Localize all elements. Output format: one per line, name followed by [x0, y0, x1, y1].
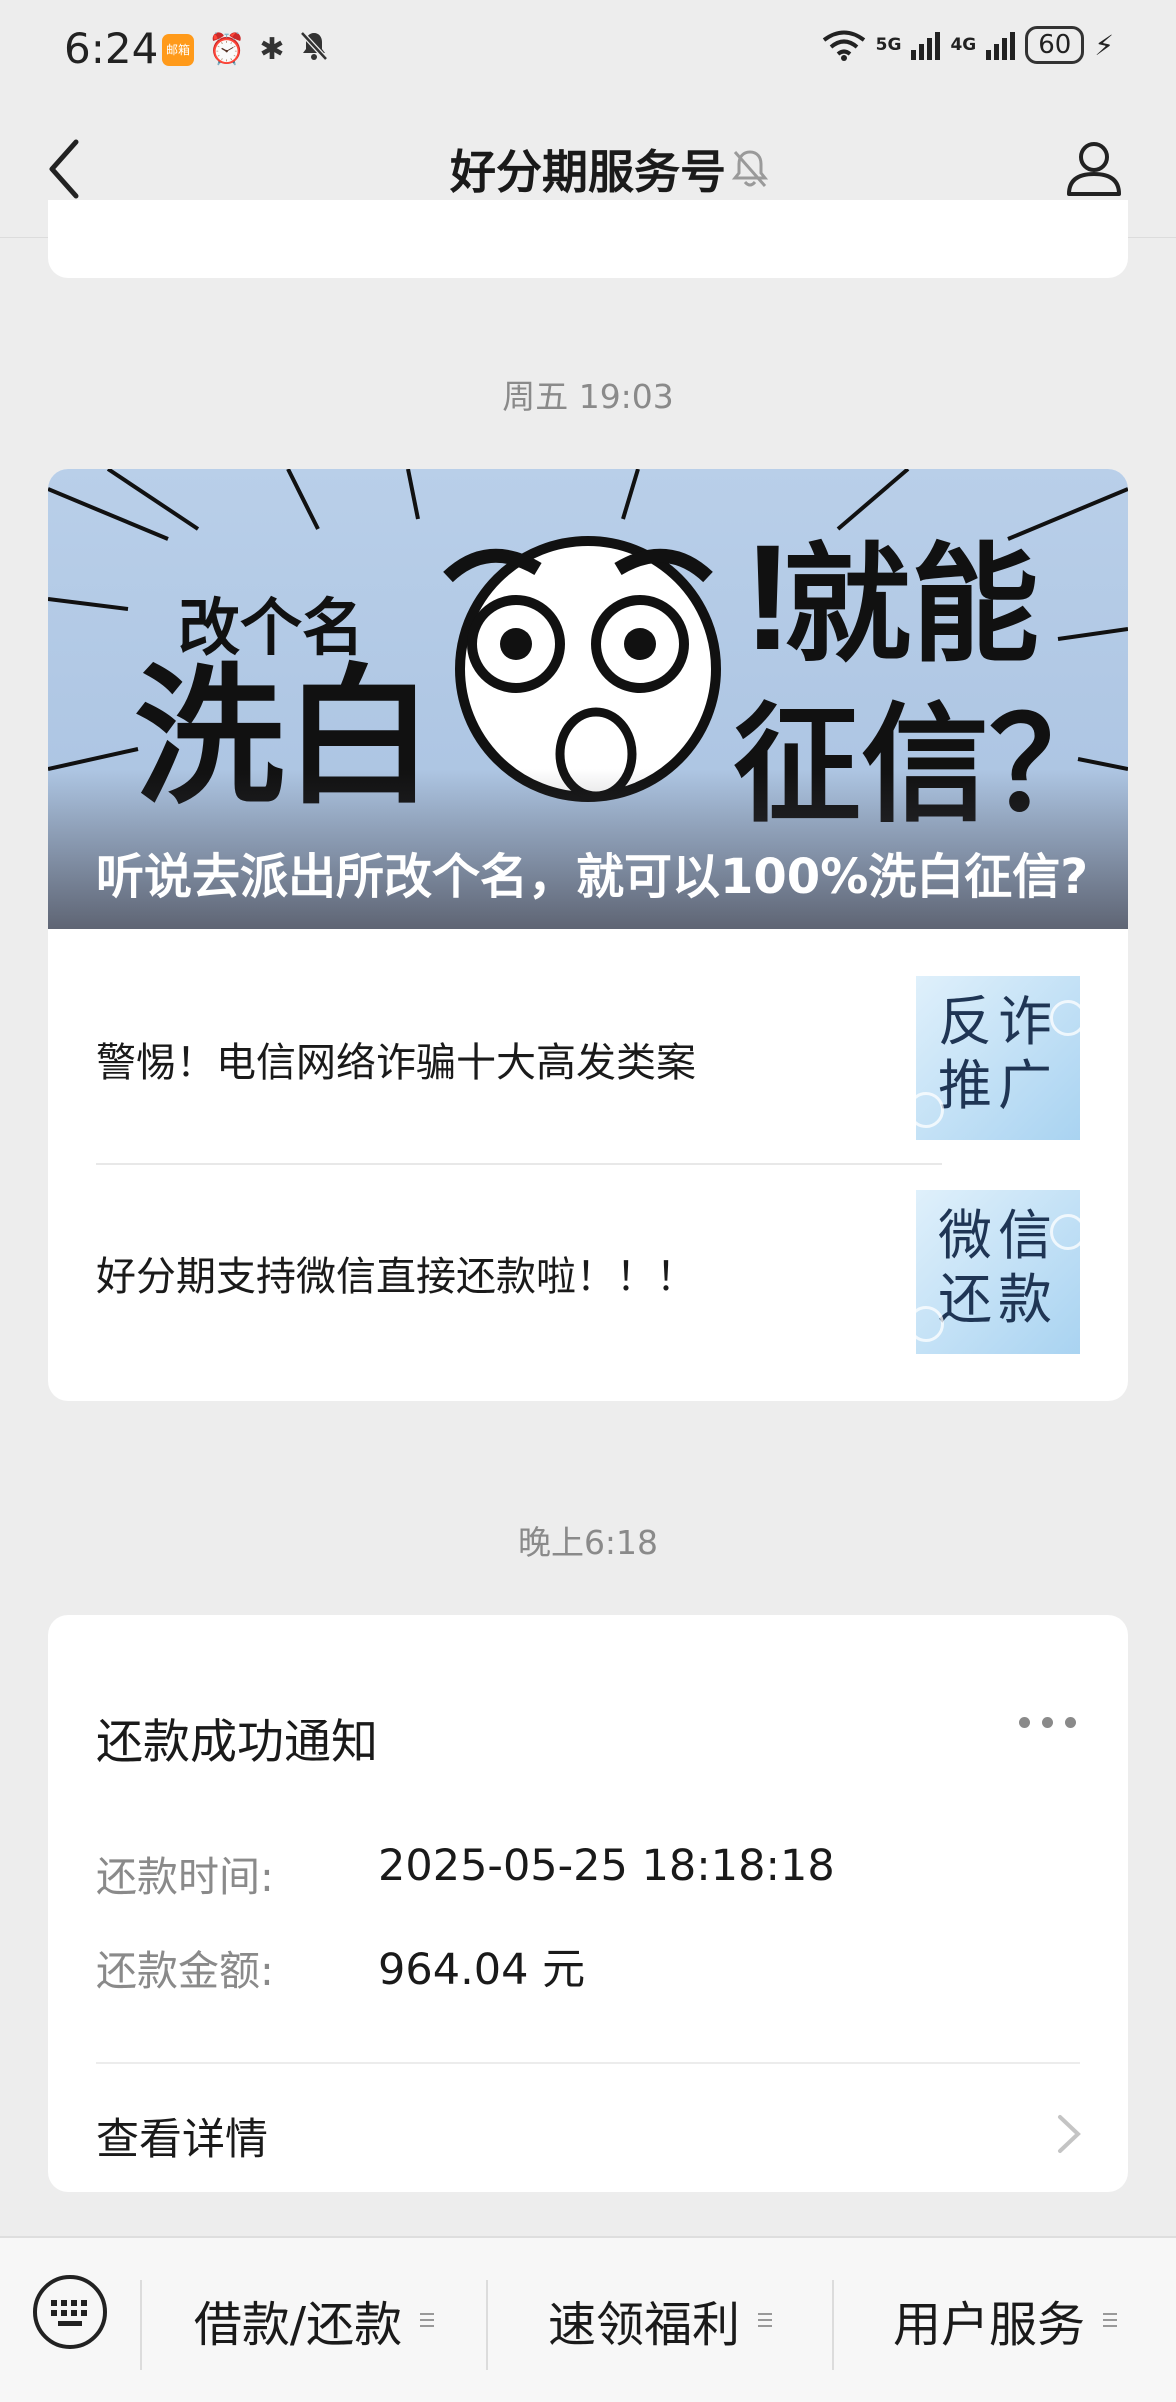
article-thumbnail: 反诈 推广 [916, 976, 1080, 1140]
article-hero[interactable]: 改个名 洗白 ! 就能 征信？ 听说去派出所改个名，就可以100%洗白征信? [48, 469, 1128, 929]
notice-divider [96, 2062, 1080, 2064]
submenu-icon [1103, 2313, 1117, 2327]
alarm-icon: ⏰ [208, 31, 246, 67]
hero-big-right-top: 就能 [783, 534, 1039, 677]
submenu-icon [420, 2313, 435, 2327]
decor-circle [1050, 1000, 1080, 1036]
menu-loan-repay[interactable]: 借款/还款 [142, 2266, 486, 2374]
status-time: 6:24 [64, 24, 159, 73]
chevron-right-icon [1058, 2115, 1081, 2153]
previous-message-card[interactable] [48, 200, 1128, 278]
menu-label: 借款/还款 [193, 2297, 403, 2353]
more-options-icon[interactable] [1019, 1717, 1076, 1728]
decor-circle [1050, 1214, 1080, 1250]
keyboard-toggle-button[interactable] [32, 2274, 108, 2350]
repayment-notice-card[interactable]: 还款成功通知 还款时间: 2025-05-25 18:18:18 还款金额: 9… [48, 1615, 1128, 2192]
article-headline: 听说去派出所改个名，就可以100%洗白征信? [96, 849, 1089, 905]
article-item-divider [96, 1163, 942, 1165]
bottom-menu-bar: 借款/还款 速领福利 用户服务 [0, 2236, 1176, 2402]
article-card[interactable]: 改个名 洗白 ! 就能 征信？ 听说去派出所改个名，就可以100%洗白征信? 警… [48, 469, 1128, 1401]
article-item-title: 警惕！电信网络诈骗十大高发类案 [96, 1040, 696, 1086]
status-bar: 6:24 邮箱 ⏰ ✱ 5G 4G 60 ⚡ [0, 0, 1176, 100]
submenu-icon [758, 2313, 772, 2327]
charging-icon: ⚡ [1094, 28, 1114, 62]
message-timestamp: 周五 19:03 [502, 377, 674, 416]
network-5g-label: 5G [875, 35, 902, 55]
battery-indicator: 60 [1025, 26, 1085, 64]
repay-time-label: 还款时间: [96, 1853, 274, 1901]
menu-user-service[interactable]: 用户服务 [834, 2266, 1176, 2374]
article-item-title: 好分期支持微信直接还款啦！！！ [96, 1254, 696, 1300]
menu-quick-benefits[interactable]: 速领福利 [488, 2266, 832, 2374]
keyboard-icon [33, 2275, 107, 2349]
message-timestamp: 晚上6:18 [517, 1523, 659, 1562]
repay-amount-label: 还款金额: [96, 1947, 274, 1995]
page-title: 好分期服务号 [450, 145, 726, 199]
repay-amount-value: 964.04 元 [378, 1945, 586, 1995]
signal-1-icon [911, 30, 941, 60]
user-icon [1067, 142, 1121, 196]
bluetooth-icon: ✱ [259, 31, 285, 67]
menu-label: 速领福利 [547, 2297, 740, 2353]
network-4g-label: 4G [950, 35, 977, 55]
bell-off-status-icon [299, 30, 329, 69]
signal-2-icon [986, 30, 1016, 60]
notice-title: 还款成功通知 [96, 1715, 378, 1770]
repay-time-value: 2025-05-25 18:18:18 [378, 1841, 835, 1891]
menu-label: 用户服务 [892, 2297, 1085, 2353]
wifi-icon [822, 30, 865, 61]
mail-app-icon: 邮箱 [162, 33, 194, 66]
article-thumbnail: 微信 还款 [916, 1190, 1080, 1354]
view-details-link[interactable]: 查看详情 [96, 2105, 268, 2167]
profile-button[interactable] [1064, 138, 1124, 198]
bell-off-icon [730, 146, 770, 190]
